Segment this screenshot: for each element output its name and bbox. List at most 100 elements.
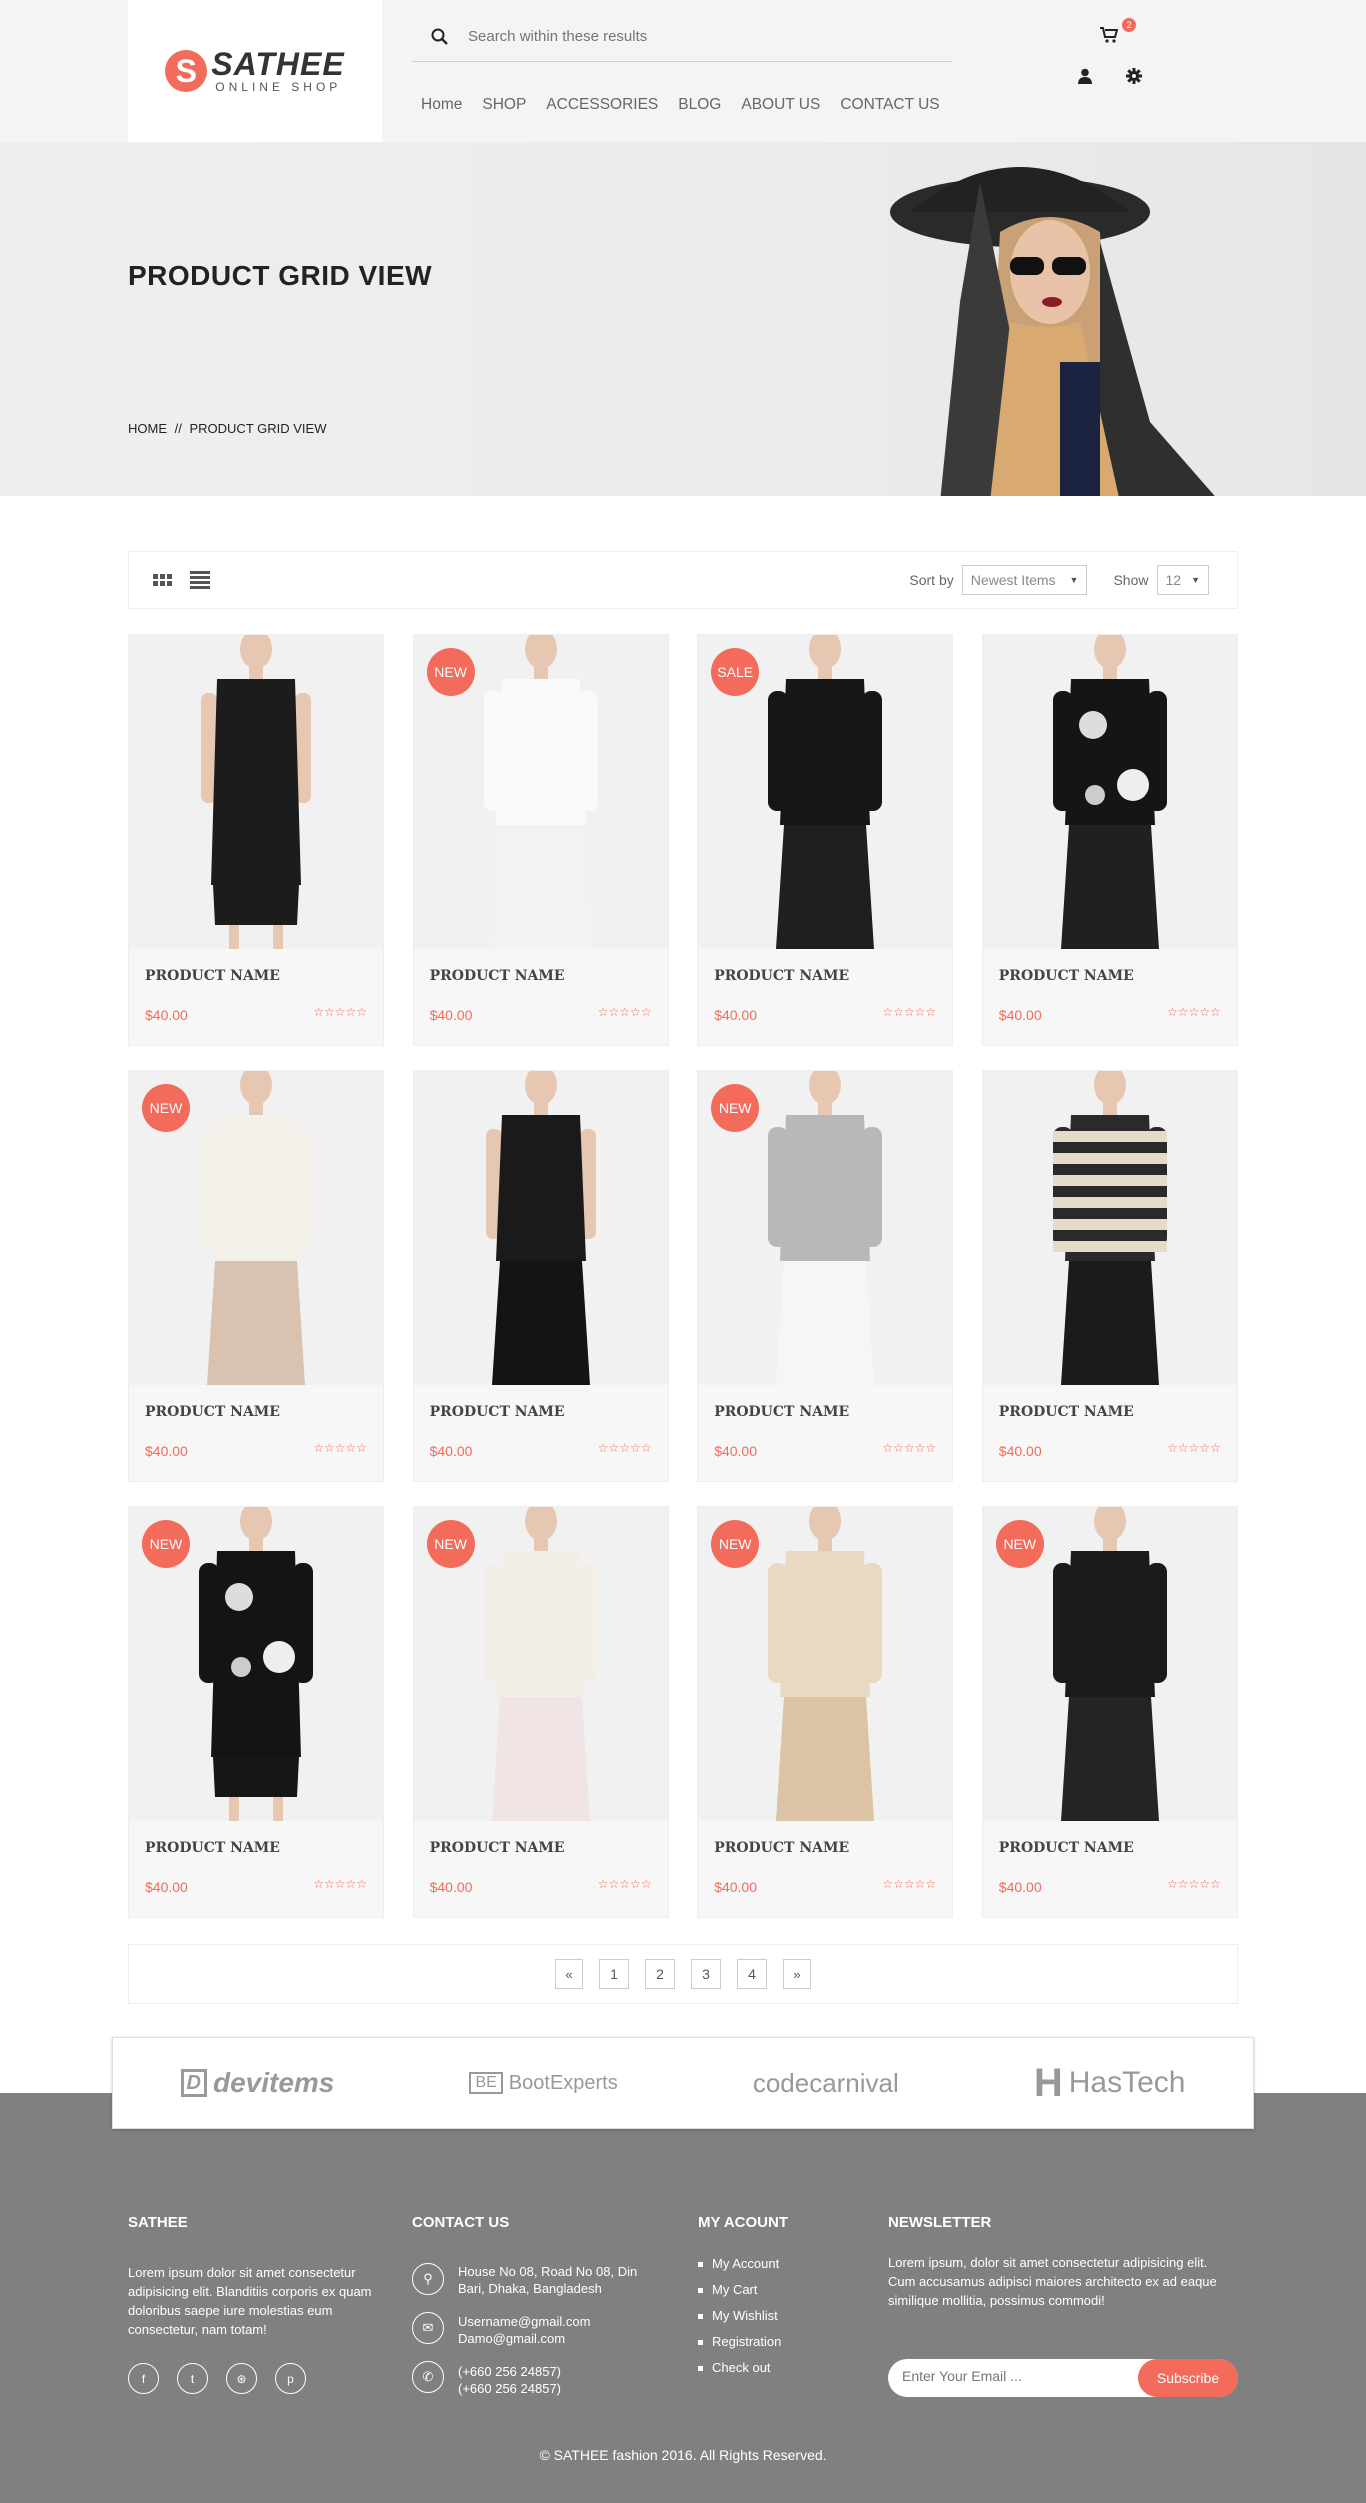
product-badge: NEW (142, 1520, 190, 1568)
logo-sub-text: ONLINE SHOP (215, 80, 342, 94)
sort-select[interactable]: Newest Items ▼ (961, 565, 1088, 595)
product-name[interactable]: PRODUCT NAME (714, 1840, 849, 1856)
hastech-logo-icon: H (1033, 2060, 1063, 2105)
facebook-icon[interactable]: f (128, 2363, 159, 2394)
footer-email-1[interactable]: Username@gmail.com (458, 2313, 590, 2330)
footer-newsletter-title: NEWSLETTER (888, 2214, 992, 2231)
product-name[interactable]: PRODUCT NAME (999, 1404, 1134, 1420)
product-name[interactable]: PRODUCT NAME (430, 968, 565, 984)
product-image[interactable] (982, 635, 1237, 949)
breadcrumb-home[interactable]: HOME (128, 421, 167, 436)
list-view-icon[interactable] (190, 571, 210, 589)
footer-link-my-cart[interactable]: My Cart (698, 2282, 781, 2297)
brand-hastech[interactable]: H HasTech (1034, 2061, 1186, 2106)
pinterest-icon[interactable]: p (275, 2363, 306, 2394)
nav-about-us[interactable]: ABOUT US (741, 96, 820, 114)
product-name[interactable]: PRODUCT NAME (145, 1404, 280, 1420)
newsletter-form: Subscribe (888, 2359, 1238, 2397)
product-name[interactable]: PRODUCT NAME (714, 1404, 849, 1420)
product-price: $40.00 (145, 1879, 188, 1895)
pagination-prev[interactable]: « (555, 1959, 583, 1989)
envelope-icon: ✉ (412, 2312, 444, 2344)
location-icon: ⚲ (412, 2263, 444, 2295)
product-name[interactable]: PRODUCT NAME (145, 1840, 280, 1856)
footer-address: House No 08, Road No 08, Din Bari, Dhaka… (458, 2264, 638, 2296)
show-select[interactable]: 12 ▼ (1156, 565, 1209, 595)
chevron-down-icon: ▼ (1069, 575, 1079, 585)
grid-view-icon[interactable] (153, 574, 172, 586)
brand-devitems[interactable]: D devitems (180, 2067, 334, 2099)
product-price: $40.00 (429, 1443, 473, 1459)
footer-link-checkout[interactable]: Check out (698, 2360, 781, 2375)
product-card[interactable]: NEW PRODUCT NAME $40.00 ☆☆☆☆☆ (412, 1506, 669, 1918)
twitter-icon[interactable]: t (177, 2363, 208, 2394)
footer-link-registration[interactable]: Registration (698, 2334, 781, 2349)
product-image[interactable] (129, 635, 383, 949)
product-card[interactable]: PRODUCT NAME $40.00 ☆☆☆☆☆ (981, 634, 1238, 1046)
footer-link-my-account[interactable]: My Account (698, 2256, 781, 2271)
brand-codecarnival[interactable]: codecarnival (753, 2068, 899, 2099)
product-card[interactable]: NEW PRODUCT NAME $40.00 ☆☆☆☆☆ (697, 1506, 954, 1918)
product-card[interactable]: NEW PRODUCT NAME $40.00 ☆☆☆☆☆ (128, 1070, 384, 1482)
pagination-page-3[interactable]: 3 (691, 1959, 721, 1989)
rating-stars-icon: ☆☆☆☆☆ (313, 1877, 367, 1891)
brand-bootexperts[interactable]: BE BootExperts (469, 2072, 618, 2095)
product-price: $40.00 (145, 1007, 188, 1023)
product-card[interactable]: PRODUCT NAME $40.00 ☆☆☆☆☆ (128, 634, 384, 1046)
main-nav: Home SHOP ACCESSORIES BLOG ABOUT US CONT… (421, 96, 960, 114)
cart-icon[interactable] (1100, 27, 1119, 48)
product-card[interactable]: NEW PRODUCT NAME $40.00 ☆☆☆☆☆ (412, 634, 669, 1046)
dribbble-icon[interactable]: ⊛ (226, 2363, 257, 2394)
nav-accessories[interactable]: ACCESSORIES (546, 96, 658, 114)
product-card[interactable]: SALE PRODUCT NAME $40.00 ☆☆☆☆☆ (697, 634, 954, 1046)
product-card[interactable]: NEW PRODUCT NAME $40.00 ☆☆☆☆☆ (981, 1506, 1238, 1918)
pagination-page-4[interactable]: 4 (737, 1959, 767, 1989)
product-name[interactable]: PRODUCT NAME (430, 1404, 565, 1420)
product-card[interactable]: NEW PRODUCT NAME $40.00 ☆☆☆☆☆ (128, 1506, 384, 1918)
show-label: Show (1113, 572, 1149, 588)
breadcrumb-separator: // (174, 421, 182, 436)
breadcrumb: HOME // PRODUCT GRID VIEW (128, 421, 330, 436)
product-name[interactable]: PRODUCT NAME (430, 1840, 565, 1856)
product-badge: NEW (426, 648, 475, 696)
product-card[interactable]: PRODUCT NAME $40.00 ☆☆☆☆☆ (412, 1070, 669, 1482)
product-price: $40.00 (714, 1443, 758, 1459)
search-icon[interactable] (412, 28, 468, 46)
footer-link-my-wishlist[interactable]: My Wishlist (698, 2308, 781, 2323)
nav-contact-us[interactable]: CONTACT US (840, 96, 939, 114)
newsletter-email-input[interactable] (902, 2368, 1122, 2384)
product-card[interactable]: PRODUCT NAME $40.00 ☆☆☆☆☆ (981, 1070, 1238, 1482)
product-image[interactable] (413, 1071, 668, 1385)
product-name[interactable]: PRODUCT NAME (145, 968, 280, 984)
search-input[interactable] (468, 28, 908, 45)
product-card[interactable]: NEW PRODUCT NAME $40.00 ☆☆☆☆☆ (697, 1070, 954, 1482)
rating-stars-icon: ☆☆☆☆☆ (1166, 1005, 1221, 1019)
cart-count-badge: 2 (1122, 18, 1136, 32)
pagination-next[interactable]: » (783, 1959, 811, 1989)
product-image[interactable] (982, 1071, 1237, 1385)
nav-home[interactable]: Home (421, 96, 462, 114)
rating-stars-icon: ☆☆☆☆☆ (597, 1441, 652, 1455)
user-icon[interactable] (1078, 68, 1092, 89)
pagination: « 1 2 3 4 » (128, 1944, 1238, 2004)
product-name[interactable]: PRODUCT NAME (999, 1840, 1134, 1856)
product-price: $40.00 (429, 1007, 473, 1023)
nav-blog[interactable]: BLOG (678, 96, 721, 114)
product-price: $40.00 (998, 1443, 1042, 1459)
logo[interactable]: S SATHEE ONLINE SHOP (128, 0, 382, 142)
product-badge: NEW (711, 1084, 760, 1132)
sort-value: Newest Items (970, 572, 1056, 588)
product-price: $40.00 (145, 1443, 188, 1459)
subscribe-button[interactable]: Subscribe (1138, 2359, 1238, 2397)
pagination-page-1[interactable]: 1 (599, 1959, 629, 1989)
product-name[interactable]: PRODUCT NAME (714, 968, 849, 984)
nav-shop[interactable]: SHOP (482, 96, 526, 114)
product-name[interactable]: PRODUCT NAME (999, 968, 1134, 984)
footer-email-2[interactable]: Damo@gmail.com (458, 2330, 565, 2347)
gear-icon[interactable] (1126, 68, 1142, 89)
rating-stars-icon: ☆☆☆☆☆ (313, 1441, 367, 1455)
shop-toolbar: Sort by Newest Items ▼ Show 12 ▼ (128, 551, 1238, 609)
pagination-page-2[interactable]: 2 (645, 1959, 675, 1989)
rating-stars-icon: ☆☆☆☆☆ (313, 1005, 367, 1019)
product-badge: NEW (426, 1520, 475, 1568)
